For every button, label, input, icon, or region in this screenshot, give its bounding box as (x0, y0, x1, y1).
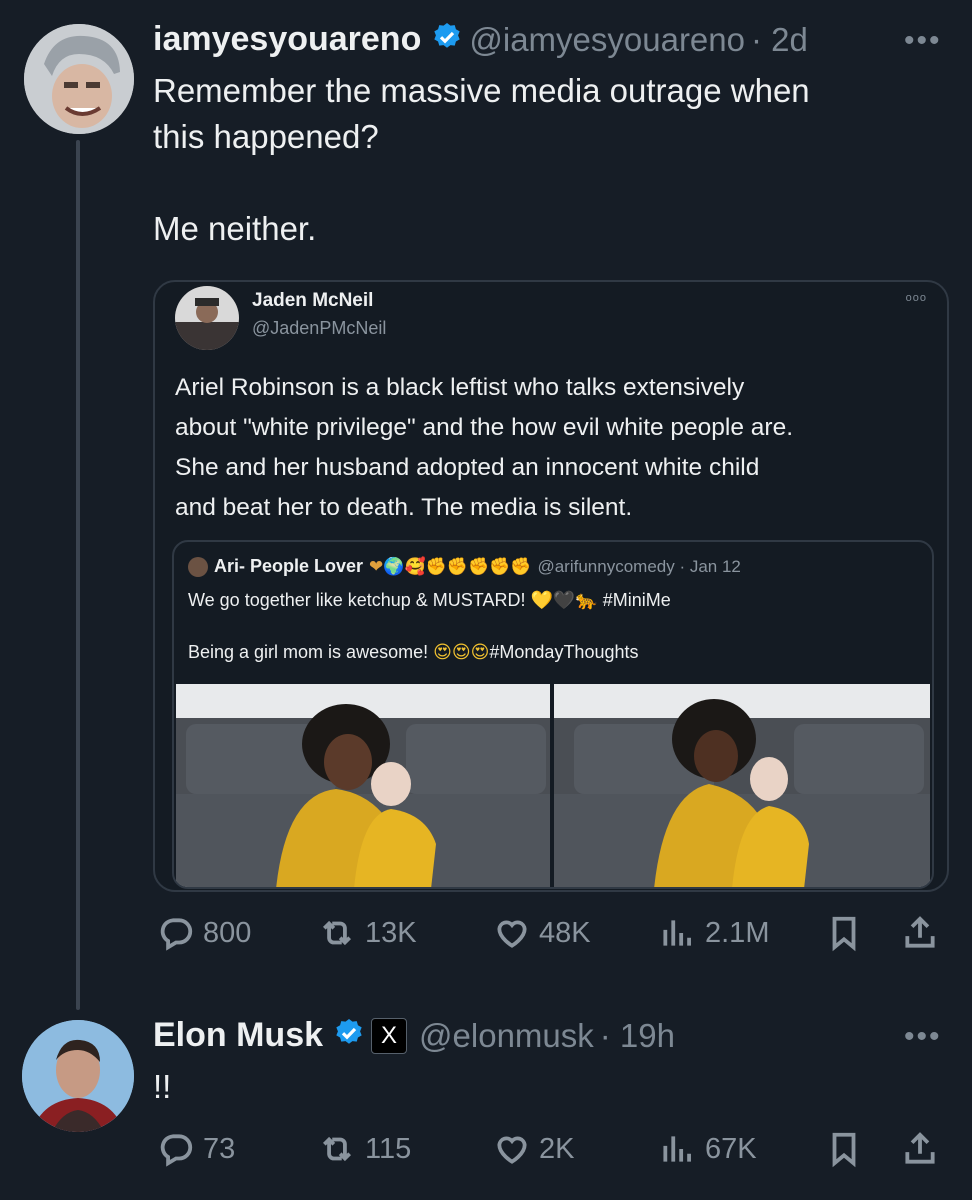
bookmark-button[interactable] (825, 1130, 863, 1168)
nested-line1-text: We go together like ketchup & MUSTARD! (188, 590, 531, 610)
verified-badge-icon (431, 21, 463, 58)
nested-photo-2[interactable] (554, 684, 930, 887)
avatar-iamyesyouareno[interactable] (24, 24, 134, 134)
retweet-count: 13K (365, 916, 417, 949)
like-button[interactable]: 48K (493, 914, 591, 952)
tweet-time[interactable]: · 2d (751, 21, 808, 59)
reply-button[interactable]: 73 (157, 1130, 235, 1168)
photo-mother-daughter-couch (176, 684, 550, 887)
tweet1-text: Remember the massive media outrage when … (153, 72, 810, 247)
retweet-icon (322, 1136, 352, 1162)
quoted-tweet-card[interactable]: Jaden McNeil @JadenPMcNeil ooo Ariel Rob… (153, 280, 949, 892)
quoted-tweet-text: Ariel Robinson is a black leftist who ta… (175, 374, 794, 521)
nested-avatar[interactable] (188, 556, 208, 577)
nested-hashtag-mondaythoughts[interactable]: #MondayThoughts (489, 642, 638, 662)
views-count: 2.1M (705, 916, 770, 949)
verified-badge-icon (333, 1017, 365, 1054)
like-count: 48K (539, 916, 591, 949)
reply-icon (160, 1134, 193, 1167)
retweet-button[interactable]: 13K (317, 914, 417, 952)
photo-mother-daughter-couch (554, 684, 930, 887)
nested-line1-emoji: 💛🖤🐆 (530, 590, 598, 610)
views-button[interactable]: 67K (659, 1130, 757, 1168)
share-button[interactable] (901, 1130, 939, 1168)
author-handle[interactable]: @elonmusk (419, 1017, 594, 1055)
tweet1-header: iamyesyouareno @iamyesyouareno · 2d (153, 20, 808, 59)
reply-count: 73 (203, 1132, 236, 1165)
like-count: 2K (539, 1132, 575, 1165)
nested-quoted-tweet[interactable]: Ari- People Lover ❤🌍🥰✊✊✊✊✊ @arifunnycome… (172, 540, 934, 889)
bookmark-button[interactable] (825, 914, 863, 952)
quoted-more-icon[interactable]: ooo (906, 292, 927, 304)
bookmark-icon (832, 1132, 856, 1168)
avatar-elon-musk[interactable] (22, 1020, 134, 1132)
retweet-icon (322, 920, 352, 946)
quoted-author-name[interactable]: Jaden McNeil (252, 290, 373, 312)
nested-name-emoji: ❤🌍🥰✊✊✊✊✊ (369, 556, 532, 576)
like-button[interactable]: 2K (493, 1130, 574, 1168)
nested-line2-emoji: 😍😍😍 (433, 642, 490, 662)
more-options-icon[interactable]: ••• (904, 1020, 942, 1054)
x-affiliate-badge[interactable]: X (371, 1017, 408, 1054)
nested-line1: We go together like ketchup & MUSTARD! 💛… (188, 590, 671, 611)
nested-author-name[interactable]: Ari- People Lover (214, 556, 363, 577)
nested-header: Ari- People Lover ❤🌍🥰✊✊✊✊✊ @arifunnycome… (188, 556, 741, 577)
author-name[interactable]: iamyesyouareno (153, 20, 421, 59)
nested-photo-1[interactable] (176, 684, 550, 887)
author-handle[interactable]: @iamyesyouareno (469, 21, 745, 59)
nested-line2: Being a girl mom is awesome! 😍😍😍#MondayT… (188, 642, 639, 663)
tweet2-text: !! (153, 1068, 172, 1105)
reply-icon (160, 918, 193, 951)
tweet1-actions: 800 13K 48K 2.1M (153, 912, 953, 956)
tweet2-actions: 73 115 2K 67K (153, 1128, 953, 1172)
quoted-author-handle[interactable]: @JadenPMcNeil (252, 318, 386, 339)
author-name[interactable]: Elon Musk (153, 1016, 323, 1055)
tweet2-header: Elon Musk X @elonmusk · 19h (153, 1016, 675, 1055)
retweet-count: 115 (365, 1132, 412, 1165)
views-button[interactable]: 2.1M (659, 914, 769, 952)
share-button[interactable] (901, 914, 939, 952)
tweet-time[interactable]: · 19h (600, 1017, 675, 1055)
share-icon (905, 916, 935, 948)
avatar-image (175, 286, 239, 350)
nested-handle[interactable]: @arifunnycomedy · Jan 12 (537, 557, 740, 577)
reply-button[interactable]: 800 (157, 914, 251, 952)
nested-line2-text: Being a girl mom is awesome! (188, 642, 434, 662)
avatar-jaden[interactable] (175, 286, 239, 350)
avatar-image (24, 24, 134, 134)
views-count: 67K (705, 1132, 757, 1165)
avatar-image (22, 1020, 134, 1132)
share-icon (905, 1132, 935, 1164)
views-icon (663, 1136, 691, 1162)
like-icon (497, 920, 527, 948)
nested-hashtag-minime[interactable]: #MiniMe (603, 590, 671, 610)
thread-connector-line (76, 140, 80, 1010)
views-icon (663, 920, 691, 946)
more-options-icon[interactable]: ••• (904, 24, 942, 58)
like-icon (497, 1136, 527, 1164)
bookmark-icon (832, 916, 856, 952)
reply-count: 800 (203, 916, 252, 949)
retweet-button[interactable]: 115 (317, 1130, 411, 1168)
